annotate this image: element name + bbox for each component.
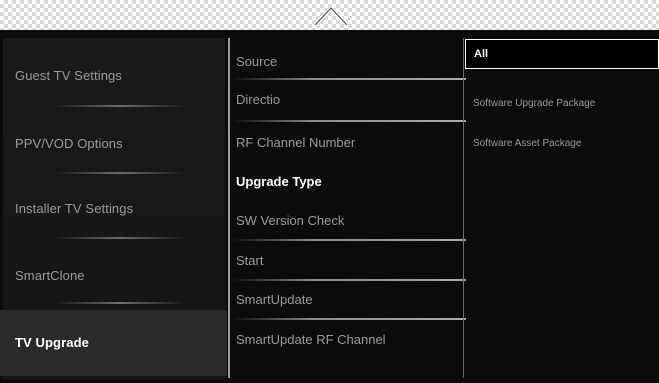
- setting-smartupdate[interactable]: SmartUpdate: [236, 292, 466, 307]
- category-guest-tv-settings[interactable]: Guest TV Settings: [15, 68, 215, 83]
- column-separator: [463, 38, 464, 378]
- setting-source[interactable]: Source: [236, 54, 466, 69]
- setting-direction[interactable]: Directio: [236, 92, 466, 107]
- setting-divider: [232, 279, 466, 281]
- option-software-asset-package[interactable]: Software Asset Package: [473, 138, 653, 149]
- category-smartclone[interactable]: SmartClone: [15, 268, 215, 283]
- category-divider: [55, 302, 185, 304]
- category-ppv-vod-options[interactable]: PPV/VOD Options: [15, 136, 215, 151]
- setting-divider: [232, 120, 466, 122]
- setting-start[interactable]: Start: [236, 253, 466, 268]
- scroll-hint-area: [0, 0, 659, 30]
- category-installer-tv-settings[interactable]: Installer TV Settings: [15, 201, 215, 216]
- option-selected-all[interactable]: All: [465, 39, 659, 69]
- setting-divider: [232, 78, 466, 80]
- setting-upgrade-type[interactable]: Upgrade Type: [236, 174, 466, 189]
- category-divider: [55, 105, 185, 107]
- setting-rf-channel-number[interactable]: RF Channel Number: [236, 135, 466, 150]
- category-tv-upgrade[interactable]: TV Upgrade: [0, 310, 227, 376]
- option-software-upgrade-package[interactable]: Software Upgrade Package: [473, 98, 653, 109]
- setting-sw-version-check[interactable]: SW Version Check: [236, 213, 466, 228]
- setting-divider: [232, 239, 466, 241]
- settings-menu: Guest TV Settings PPV/VOD Options Instal…: [0, 30, 659, 383]
- setting-smartupdate-rf-channel[interactable]: SmartUpdate RF Channel: [236, 332, 466, 347]
- category-column: Guest TV Settings PPV/VOD Options Instal…: [0, 38, 227, 380]
- chevron-up-icon[interactable]: [313, 4, 349, 28]
- setting-divider: [232, 318, 466, 320]
- category-divider: [55, 172, 185, 174]
- column-separator: [228, 38, 230, 378]
- category-divider: [55, 237, 185, 239]
